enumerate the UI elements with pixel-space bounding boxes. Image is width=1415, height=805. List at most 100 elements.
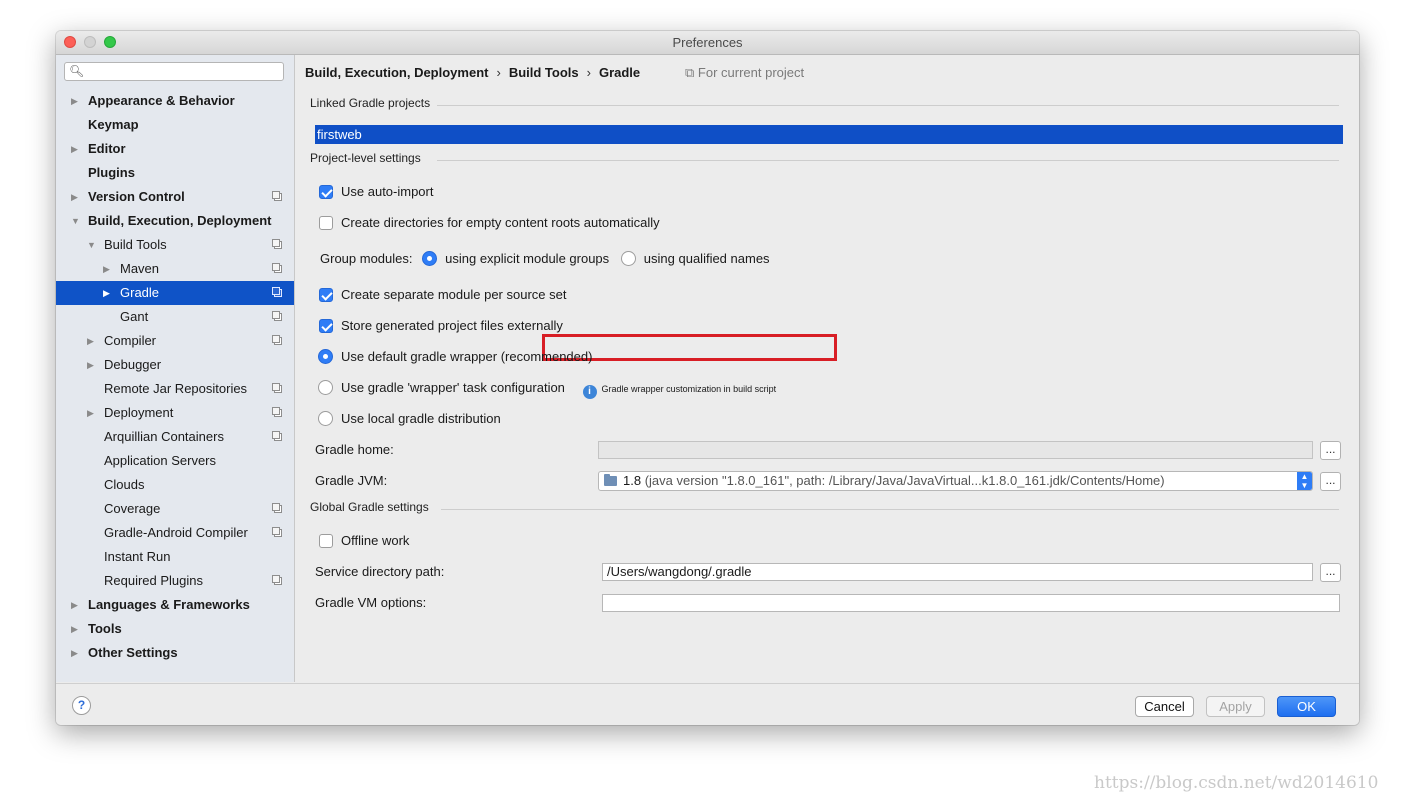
- sidebar-item-maven[interactable]: ▶ Maven: [56, 257, 294, 281]
- sidebar-item-languages-frameworks[interactable]: ▶ Languages & Frameworks: [56, 593, 294, 617]
- project-scope-icon: [272, 527, 282, 537]
- expand-right-icon[interactable]: ▶: [71, 185, 78, 209]
- wrapper-hint: i Gradle wrapper customization in build s…: [582, 384, 776, 399]
- scope-note: ⧉ For current project: [685, 65, 804, 81]
- expand-right-icon[interactable]: ▶: [71, 617, 78, 641]
- linked-project-row[interactable]: firstweb: [315, 125, 1343, 144]
- store-externally-checkbox[interactable]: Store generated project files externally: [319, 316, 563, 336]
- expand-right-icon[interactable]: ▶: [103, 281, 110, 305]
- separate-module-checkbox[interactable]: Create separate module per source set: [319, 285, 566, 305]
- sidebar-item-label: Build, Execution, Deployment: [88, 213, 272, 228]
- local-distribution-radio[interactable]: Use local gradle distribution: [318, 409, 501, 429]
- checkbox-checked[interactable]: [319, 288, 333, 302]
- folder-icon: [604, 474, 617, 486]
- sidebar-item-instant-run[interactable]: Instant Run: [56, 545, 294, 569]
- sidebar-item-coverage[interactable]: Coverage: [56, 497, 294, 521]
- checkbox-checked[interactable]: [319, 319, 333, 333]
- apply-button[interactable]: Apply: [1206, 696, 1265, 717]
- gradle-home-input[interactable]: [598, 441, 1313, 459]
- expand-right-icon[interactable]: ▶: [87, 353, 94, 377]
- project-scope-icon: [272, 383, 282, 393]
- expand-right-icon[interactable]: ▶: [87, 329, 94, 353]
- sidebar-item-required-plugins[interactable]: Required Plugins: [56, 569, 294, 593]
- gradle-jvm-browse-button[interactable]: ...: [1320, 472, 1341, 491]
- sidebar-item-label: Arquillian Containers: [104, 429, 224, 444]
- help-button[interactable]: ?: [72, 696, 91, 715]
- checkbox-unchecked[interactable]: [319, 534, 333, 548]
- title-bar: Preferences: [56, 31, 1359, 55]
- sidebar-item-build-execution-deployment[interactable]: ▼ Build, Execution, Deployment: [56, 209, 294, 233]
- chevron-updown-icon[interactable]: ▲ ▼: [1297, 472, 1312, 490]
- expand-down-icon[interactable]: ▼: [71, 209, 80, 233]
- ok-button[interactable]: OK: [1277, 696, 1336, 717]
- service-directory-label: Service directory path:: [315, 564, 445, 579]
- radio-unselected[interactable]: [318, 411, 333, 426]
- sidebar-item-compiler[interactable]: ▶ Compiler: [56, 329, 294, 353]
- expand-right-icon[interactable]: ▶: [71, 137, 78, 161]
- group-qualified-radio[interactable]: [620, 251, 636, 266]
- wrapper-task-radio[interactable]: Use gradle 'wrapper' task configuration …: [318, 378, 776, 399]
- expand-right-icon[interactable]: ▶: [71, 593, 78, 617]
- sidebar-item-application-servers[interactable]: Application Servers: [56, 449, 294, 473]
- info-icon: i: [582, 385, 597, 399]
- settings-search-input[interactable]: 🔍︎: [64, 62, 284, 81]
- cancel-button[interactable]: Cancel: [1135, 696, 1194, 717]
- sidebar-item-tools[interactable]: ▶ Tools: [56, 617, 294, 641]
- sidebar-item-label: Maven: [120, 261, 160, 276]
- radio-label: using qualified names: [643, 251, 770, 266]
- sidebar-item-gradle[interactable]: ▶ Gradle: [56, 281, 294, 305]
- gradle-home-browse-button[interactable]: ...: [1320, 441, 1341, 460]
- offline-work-checkbox[interactable]: Offline work: [319, 531, 409, 551]
- project-scope-icon: [272, 191, 282, 201]
- breadcrumb-separator: ›: [496, 65, 501, 80]
- sidebar-item-label: Gant: [120, 309, 149, 324]
- project-scope-icon: [272, 311, 282, 321]
- sidebar-item-appearance-behavior[interactable]: ▶ Appearance & Behavior: [56, 89, 294, 113]
- sidebar-item-other-settings[interactable]: ▶ Other Settings: [56, 641, 294, 665]
- sidebar-item-remote-jar-repositories[interactable]: Remote Jar Repositories: [56, 377, 294, 401]
- vm-options-input[interactable]: [602, 594, 1340, 612]
- project-scope-icon: [272, 503, 282, 513]
- section-title-global: Global Gradle settings: [310, 500, 429, 514]
- gradle-home-label: Gradle home:: [315, 442, 394, 457]
- wrapper-default-radio[interactable]: Use default gradle wrapper (recommended): [318, 347, 592, 367]
- create-dirs-checkbox[interactable]: Create directories for empty content roo…: [319, 213, 660, 233]
- sidebar-item-arquillian-containers[interactable]: Arquillian Containers: [56, 425, 294, 449]
- service-directory-input[interactable]: /Users/wangdong/.gradle: [602, 563, 1313, 581]
- sidebar-item-deployment[interactable]: ▶ Deployment: [56, 401, 294, 425]
- expand-right-icon[interactable]: ▶: [71, 89, 78, 113]
- auto-import-checkbox[interactable]: Use auto-import: [319, 182, 433, 202]
- section-title-project-level: Project-level settings: [310, 151, 421, 165]
- checkbox-checked[interactable]: [319, 185, 333, 199]
- window-title: Preferences: [672, 35, 743, 50]
- sidebar-item-version-control[interactable]: ▶ Version Control: [56, 185, 294, 209]
- service-directory-browse-button[interactable]: ...: [1320, 563, 1341, 582]
- watermark: https://blog.csdn.net/wd2014610: [1094, 773, 1379, 793]
- sidebar-item-label: Clouds: [104, 477, 145, 492]
- checkbox-unchecked[interactable]: [319, 216, 333, 230]
- sidebar-item-debugger[interactable]: ▶ Debugger: [56, 353, 294, 377]
- expand-down-icon[interactable]: ▼: [87, 233, 96, 257]
- sidebar-item-gant[interactable]: Gant: [56, 305, 294, 329]
- group-explicit-radio[interactable]: [422, 251, 438, 266]
- expand-right-icon[interactable]: ▶: [87, 401, 94, 425]
- sidebar-item-keymap[interactable]: Keymap: [56, 113, 294, 137]
- sidebar-item-plugins[interactable]: Plugins: [56, 161, 294, 185]
- expand-right-icon[interactable]: ▶: [71, 641, 78, 665]
- divider: [437, 160, 1339, 161]
- sidebar-item-label: Appearance & Behavior: [88, 93, 235, 108]
- sidebar-item-editor[interactable]: ▶ Editor: [56, 137, 294, 161]
- radio-selected[interactable]: [318, 349, 333, 364]
- sidebar-item-label: Keymap: [88, 117, 139, 132]
- sidebar-item-clouds[interactable]: Clouds: [56, 473, 294, 497]
- radio-unselected[interactable]: [318, 380, 333, 395]
- sidebar-item-gradle-android-compiler[interactable]: Gradle-Android Compiler: [56, 521, 294, 545]
- expand-right-icon[interactable]: ▶: [103, 257, 110, 281]
- breadcrumb-item: Build Tools: [508, 65, 579, 80]
- gradle-jvm-select[interactable]: 1.8 (java version "1.8.0_161", path: /Li…: [598, 471, 1313, 491]
- radio-label: Use gradle 'wrapper' task configuration: [341, 380, 565, 395]
- sidebar-item-label: Deployment: [104, 405, 174, 420]
- sidebar-item-build-tools[interactable]: ▼ Build Tools: [56, 233, 294, 257]
- project-scope-icon: ⧉: [685, 65, 695, 80]
- dialog-footer: ? Cancel Apply OK: [56, 683, 1359, 725]
